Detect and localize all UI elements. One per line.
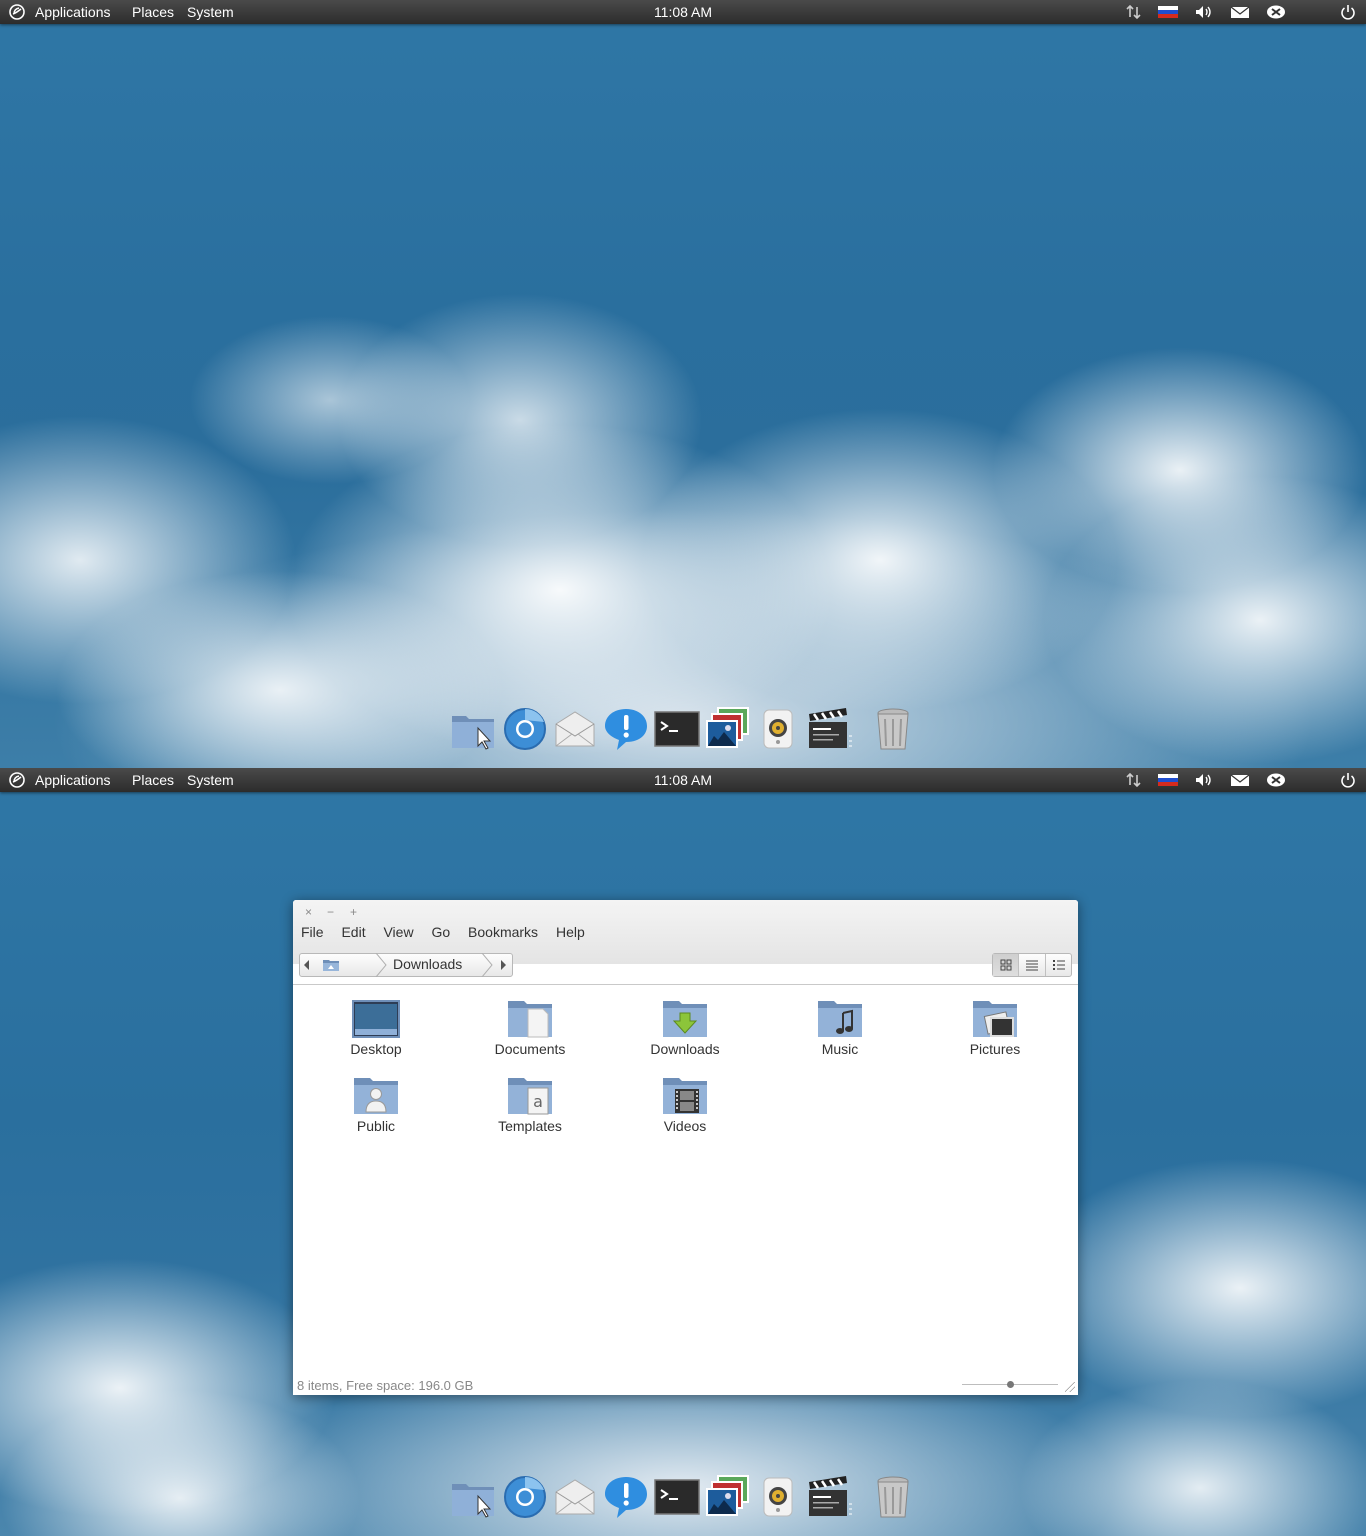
clock[interactable]: 11:08 AM bbox=[654, 4, 712, 20]
elementary-logo-icon[interactable] bbox=[9, 4, 25, 20]
zoom-slider-handle[interactable] bbox=[1006, 1381, 1014, 1388]
icon-view-button[interactable] bbox=[993, 954, 1020, 976]
status-bar-text: 8 items, Free space: 196.0 GB bbox=[297, 1378, 474, 1393]
video-player-icon[interactable] bbox=[806, 706, 852, 752]
system-menu[interactable]: System bbox=[187, 0, 234, 24]
terminal-icon[interactable] bbox=[654, 1474, 700, 1520]
folder-item-documents[interactable]: Documents bbox=[470, 999, 590, 1057]
mail-icon[interactable] bbox=[1230, 4, 1250, 20]
menu-file[interactable]: File bbox=[301, 924, 324, 940]
item-label: Templates bbox=[498, 1118, 562, 1134]
trash-icon[interactable] bbox=[870, 1474, 916, 1520]
power-icon[interactable] bbox=[1339, 772, 1357, 788]
menubar: File Edit View Go Bookmarks Help bbox=[301, 924, 599, 940]
files-icon[interactable] bbox=[450, 706, 496, 752]
item-label: Downloads bbox=[650, 1041, 720, 1057]
top-panel: Applications Places System 11:08 AM bbox=[0, 768, 1366, 792]
applications-menu[interactable]: Applications bbox=[35, 0, 111, 24]
places-menu[interactable]: Places bbox=[132, 768, 174, 792]
maximize-button[interactable]: + bbox=[350, 905, 357, 919]
clock[interactable]: 11:08 AM bbox=[654, 772, 712, 788]
folder-item-videos[interactable]: Videos bbox=[625, 1076, 745, 1134]
compact-view-icon bbox=[1052, 960, 1065, 970]
terminal-icon[interactable] bbox=[654, 706, 700, 752]
grid-view-icon bbox=[1000, 959, 1012, 971]
zoom-slider[interactable] bbox=[962, 1381, 1058, 1388]
trash-icon[interactable] bbox=[870, 706, 916, 752]
menu-help[interactable]: Help bbox=[556, 924, 585, 940]
list-view-icon bbox=[1026, 960, 1039, 971]
close-button[interactable]: × bbox=[305, 905, 312, 919]
item-label: Public bbox=[356, 1118, 396, 1134]
photos-icon[interactable] bbox=[704, 706, 750, 752]
file-icon-view: Desktop Documents Downloads Music Pictur… bbox=[293, 984, 1078, 1379]
folder-item-desktop[interactable]: Desktop bbox=[316, 999, 436, 1057]
volume-icon[interactable] bbox=[1194, 4, 1214, 20]
notifications-icon[interactable] bbox=[603, 1474, 649, 1520]
menu-edit[interactable]: Edit bbox=[341, 924, 365, 940]
documents-folder-icon bbox=[508, 1001, 552, 1038]
music-player-icon[interactable] bbox=[755, 706, 801, 752]
desktop-screen-1: Applications Places System 11:08 AM bbox=[0, 0, 1366, 768]
mail-client-icon[interactable] bbox=[552, 706, 598, 752]
list-view-button[interactable] bbox=[1019, 954, 1046, 976]
breadcrumb-separator-icon bbox=[375, 953, 387, 977]
folder-item-public[interactable]: Public bbox=[316, 1076, 436, 1134]
file-manager-window: × − + File Edit View Go Bookmarks Help D… bbox=[293, 900, 1078, 1395]
desktop-folder-icon bbox=[352, 1000, 400, 1038]
back-arrow-icon[interactable] bbox=[302, 959, 312, 971]
music-player-icon[interactable] bbox=[755, 1474, 801, 1520]
home-folder-icon[interactable] bbox=[322, 958, 340, 972]
files-icon[interactable] bbox=[450, 1474, 496, 1520]
view-mode-switcher bbox=[992, 953, 1072, 977]
network-icon[interactable] bbox=[1125, 772, 1143, 788]
top-panel: Applications Places System 11:08 AM bbox=[0, 0, 1366, 24]
downloads-folder-icon bbox=[663, 1001, 707, 1037]
applications-menu[interactable]: Applications bbox=[35, 768, 111, 792]
folder-item-pictures[interactable]: Pictures bbox=[935, 999, 1055, 1057]
item-label: Pictures bbox=[969, 1041, 1021, 1057]
breadcrumb-current[interactable]: Downloads bbox=[393, 956, 462, 972]
places-menu[interactable]: Places bbox=[132, 0, 174, 24]
resize-grip-icon[interactable] bbox=[1065, 1382, 1075, 1392]
messaging-icon[interactable] bbox=[1266, 4, 1286, 20]
menu-go[interactable]: Go bbox=[431, 924, 450, 940]
folder-item-downloads[interactable]: Downloads bbox=[625, 999, 745, 1057]
folder-item-music[interactable]: Music bbox=[780, 999, 900, 1057]
notifications-icon[interactable] bbox=[603, 706, 649, 752]
public-folder-icon bbox=[354, 1078, 398, 1114]
mail-icon[interactable] bbox=[1230, 772, 1250, 788]
svg-text:a: a bbox=[533, 1092, 543, 1111]
keyboard-layout-flag-icon[interactable] bbox=[1158, 772, 1178, 788]
network-icon[interactable] bbox=[1125, 4, 1143, 20]
mail-client-icon[interactable] bbox=[552, 1474, 598, 1520]
folder-item-templates[interactable]: a Templates bbox=[470, 1076, 590, 1134]
photos-icon[interactable] bbox=[704, 1474, 750, 1520]
video-player-icon[interactable] bbox=[806, 1474, 852, 1520]
minimize-button[interactable]: − bbox=[327, 905, 334, 919]
keyboard-layout-flag-icon[interactable] bbox=[1158, 4, 1178, 20]
power-icon[interactable] bbox=[1339, 4, 1357, 20]
compact-view-button[interactable] bbox=[1046, 954, 1071, 976]
messaging-icon[interactable] bbox=[1266, 772, 1286, 788]
menu-view[interactable]: View bbox=[383, 924, 413, 940]
chromium-icon[interactable] bbox=[502, 706, 548, 752]
item-label: Documents bbox=[494, 1041, 566, 1057]
chromium-icon[interactable] bbox=[502, 1474, 548, 1520]
item-label: Videos bbox=[663, 1118, 707, 1134]
videos-folder-icon bbox=[663, 1078, 707, 1114]
pictures-folder-icon bbox=[973, 1001, 1017, 1037]
item-label: Desktop bbox=[350, 1041, 402, 1057]
volume-icon[interactable] bbox=[1194, 772, 1214, 788]
music-folder-icon bbox=[818, 1001, 862, 1037]
menu-bookmarks[interactable]: Bookmarks bbox=[468, 924, 538, 940]
system-menu[interactable]: System bbox=[187, 768, 234, 792]
templates-folder-icon: a bbox=[508, 1078, 552, 1115]
forward-arrow-icon[interactable] bbox=[498, 959, 508, 971]
item-label: Music bbox=[821, 1041, 859, 1057]
breadcrumb: Downloads bbox=[299, 953, 513, 977]
breadcrumb-separator-icon bbox=[481, 953, 493, 977]
elementary-logo-icon[interactable] bbox=[9, 772, 25, 788]
